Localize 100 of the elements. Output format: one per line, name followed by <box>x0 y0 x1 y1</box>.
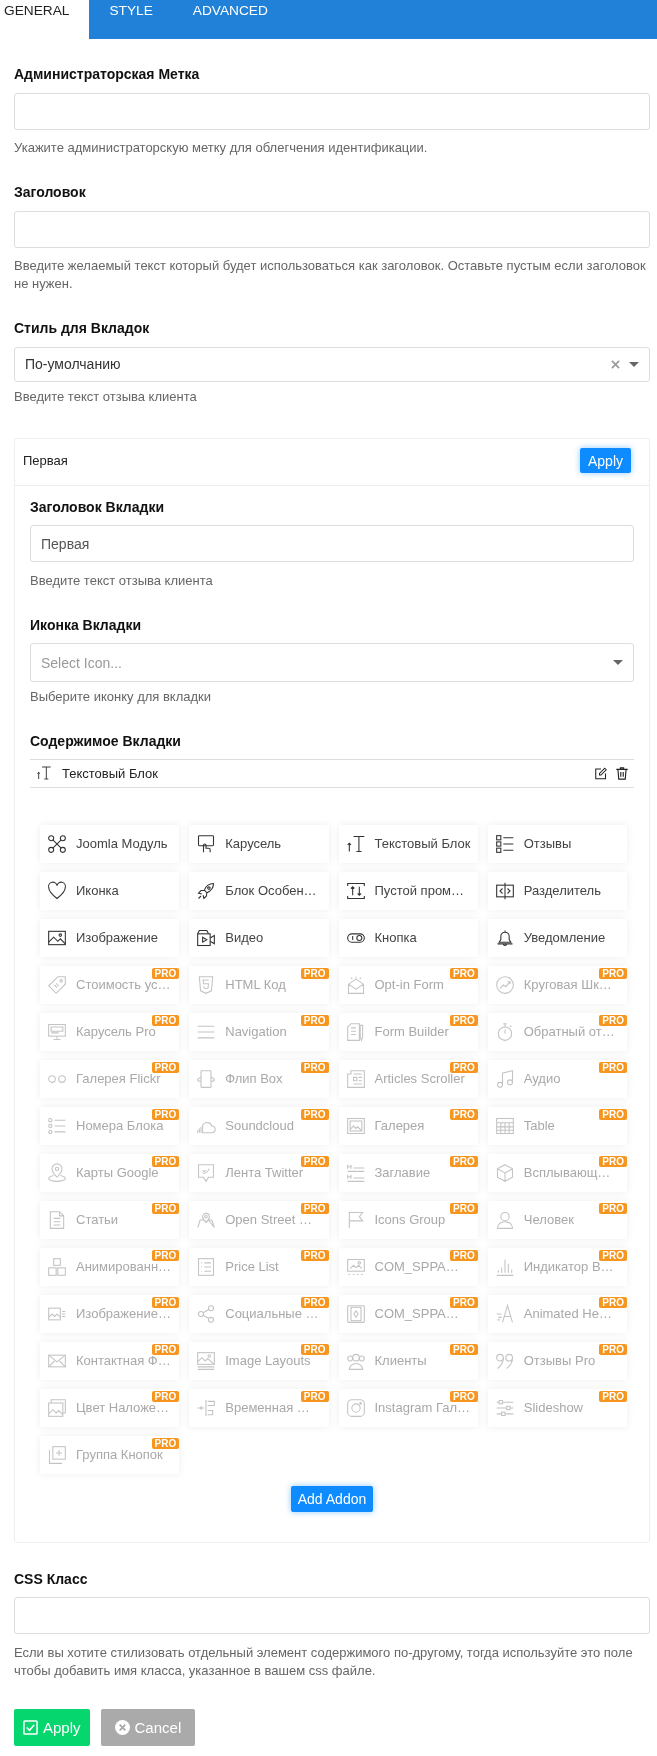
addon-tile[interactable]: Instagram Гал… PRO <box>338 1388 478 1427</box>
pro-badge: PRO <box>151 1202 180 1214</box>
pro-badge: PRO <box>450 1108 478 1120</box>
addon-tile[interactable]: Animated He… PRO <box>487 1294 627 1333</box>
addon-tile[interactable]: Флип Box PRO <box>189 1059 329 1098</box>
addon-tile[interactable]: Slideshow PRO <box>487 1388 627 1427</box>
cancel-button[interactable]: Cancel <box>100 1708 196 1746</box>
document-icon <box>47 1209 67 1230</box>
addon-tile[interactable]: Человек PRO <box>487 1200 627 1239</box>
addon-tile[interactable]: Image Layouts PRO <box>189 1341 329 1380</box>
text-field[interactable]: Первая <box>30 525 634 562</box>
addon-tile[interactable]: Группа Кнопок PRO <box>40 1435 180 1474</box>
tag-icon <box>47 974 67 995</box>
addon-tile[interactable]: Индикатор В… PRO <box>487 1247 627 1286</box>
addon-tile[interactable]: Аудио PRO <box>487 1059 627 1098</box>
apply-button[interactable]: Apply <box>579 448 631 473</box>
select-field[interactable]: По-умолчанию <box>14 346 650 382</box>
addon-tile[interactable]: Номера Блока PRO <box>40 1106 180 1145</box>
addon-tile[interactable]: Лента Twitter PRO <box>189 1153 329 1192</box>
addon-tile[interactable]: Текстовый Блок <box>338 824 478 863</box>
list-icon <box>494 833 515 854</box>
addon-tile[interactable]: Articles Scroller PRO <box>338 1059 478 1098</box>
pro-badge: PRO <box>599 1108 627 1120</box>
addon-tile[interactable]: Отзывы Pro PRO <box>487 1341 627 1380</box>
addon-tile[interactable]: Opt-in Form PRO <box>338 965 478 1004</box>
tab[interactable]: GENERAL <box>0 0 90 39</box>
addon-tile[interactable]: Иконка <box>40 871 180 910</box>
addon-tile[interactable]: Заглавие PRO <box>338 1153 478 1192</box>
addon-tile[interactable]: Кнопка <box>338 918 478 957</box>
addon-tile[interactable]: Form Builder PRO <box>338 1012 478 1051</box>
addon-tile[interactable]: Контактная Ф… PRO <box>40 1341 180 1380</box>
addon-tile[interactable]: Карусель <box>189 824 329 863</box>
trash-icon[interactable] <box>616 766 628 780</box>
help-text: Укажите администраторскую метку для облегчения идентификации. <box>14 139 429 157</box>
addon-tile[interactable]: Разделитель <box>487 871 627 910</box>
addon-tile[interactable]: Пустой пром… <box>338 871 478 910</box>
image-icon <box>345 1115 366 1136</box>
field-label: Заголовок Вкладки <box>30 498 165 516</box>
text-field[interactable] <box>14 210 650 248</box>
addon-tile[interactable]: Социальные … PRO <box>189 1294 329 1333</box>
cube-icon <box>494 1162 515 1183</box>
pro-badge: PRO <box>450 1202 478 1214</box>
addon-tile[interactable]: Цвет Наложе… PRO <box>40 1388 180 1427</box>
addon-tile[interactable]: Круговая Шк… PRO <box>487 965 627 1004</box>
pro-badge: PRO <box>599 1296 627 1308</box>
addon-tile[interactable]: Стоимость ус… PRO <box>40 965 180 1004</box>
addon-tile[interactable]: Статьи PRO <box>40 1200 180 1239</box>
monitor-icon <box>47 1021 67 1042</box>
pro-badge: PRO <box>599 1390 627 1402</box>
addon-tile[interactable]: Видео <box>189 918 329 957</box>
text-field[interactable] <box>14 92 650 130</box>
pro-badge: PRO <box>450 1061 478 1073</box>
pro-badge: PRO <box>151 1108 180 1120</box>
addon-tile[interactable]: Уведомление <box>487 918 627 957</box>
addon-tile[interactable]: HTML Код PRO <box>189 965 329 1004</box>
help-text: Введите текст отзыва клиента <box>14 387 198 406</box>
image-layout-icon <box>196 1350 217 1371</box>
checkbox-icon <box>23 1719 38 1735</box>
addon-tile[interactable]: Блок Особен… <box>189 871 329 910</box>
clear-icon[interactable] <box>611 359 620 369</box>
add-addon-button[interactable]: Add Addon <box>290 1485 374 1512</box>
tab[interactable]: ADVANCED <box>172 0 288 39</box>
help-text: Выберите иконку для вкладки <box>30 688 213 706</box>
addon-tile[interactable]: Клиенты PRO <box>338 1341 478 1380</box>
playing-card-icon <box>345 1303 366 1324</box>
addon-tile[interactable]: Временная … PRO <box>189 1388 329 1427</box>
text-icon <box>345 833 366 854</box>
text-field[interactable] <box>14 1597 650 1634</box>
heart-icon <box>47 880 67 901</box>
addon-tile[interactable]: Изображение <box>40 918 180 957</box>
addon-tile[interactable]: Галерея Flickr PRO <box>40 1059 180 1098</box>
addon-tile[interactable]: Soundcloud PRO <box>189 1106 329 1145</box>
addon-tile[interactable]: Обратный от… PRO <box>487 1012 627 1051</box>
addon-tile[interactable]: COM_SPPA… PRO <box>338 1247 478 1286</box>
image-icon <box>47 1397 67 1418</box>
pro-badge: PRO <box>300 1155 329 1167</box>
addon-tile[interactable]: Анимированн… PRO <box>40 1247 180 1286</box>
addon-tile[interactable]: COM_SPPA… PRO <box>338 1294 478 1333</box>
addon-tile[interactable]: Navigation PRO <box>189 1012 329 1051</box>
addon-tile[interactable]: Table PRO <box>487 1106 627 1145</box>
addon-tile[interactable]: Icons Group PRO <box>338 1200 478 1239</box>
pro-badge: PRO <box>450 1249 478 1261</box>
addon-tile[interactable]: Open Street … PRO <box>189 1200 329 1239</box>
addon-tile[interactable]: Price List PRO <box>189 1247 329 1286</box>
addon-tile[interactable]: Карусель Pro PRO <box>40 1012 180 1051</box>
addon-tile[interactable]: Карты Google PRO <box>40 1153 180 1192</box>
addon-tile[interactable]: Изображение… PRO <box>40 1294 180 1333</box>
addon-tile[interactable]: Галерея PRO <box>338 1106 478 1145</box>
photo-frame-icon <box>345 1256 366 1277</box>
touch-screen-icon <box>196 833 217 854</box>
tab[interactable]: STYLE <box>89 0 173 39</box>
addon-tile[interactable]: Всплывающ… PRO <box>487 1153 627 1192</box>
addon-tile[interactable]: Отзывы <box>487 824 627 863</box>
select-field[interactable]: Select Icon... <box>30 643 634 682</box>
addon-tile[interactable]: Joomla Модуль <box>40 824 180 863</box>
pro-badge: PRO <box>151 1343 180 1355</box>
apply-button[interactable]: Apply <box>14 1708 90 1746</box>
pro-badge: PRO <box>450 1296 478 1308</box>
timeline-icon <box>196 1397 217 1418</box>
edit-icon[interactable] <box>595 766 607 780</box>
